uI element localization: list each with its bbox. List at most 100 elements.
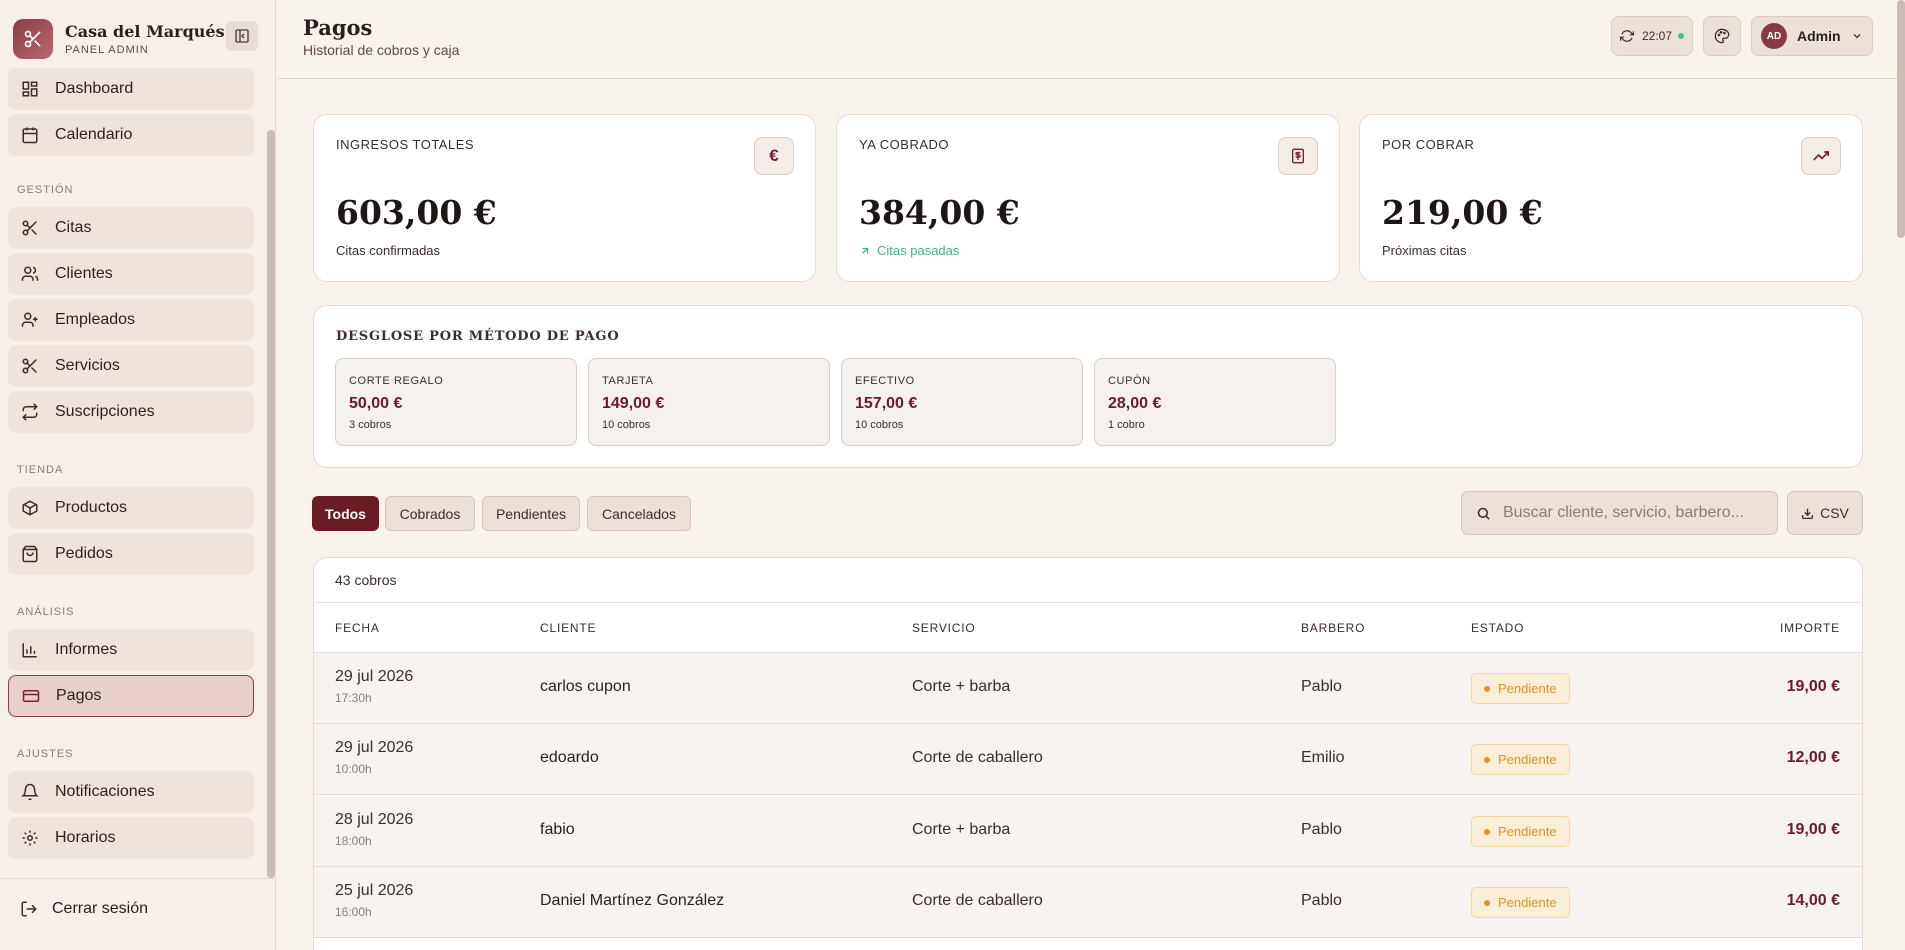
sidebar-item-label: Pedidos xyxy=(55,545,113,562)
sidebar-item-pagos[interactable]: Pagos xyxy=(8,675,254,717)
method-card-corte-regalo: CORTE REGALO 50,00 € 3 cobros xyxy=(335,358,577,446)
scissors-icon xyxy=(20,356,40,376)
sidebar-item-label: Informes xyxy=(55,641,118,658)
amount: 12,00 € xyxy=(1786,749,1840,766)
sidebar-item-label: Notificaciones xyxy=(55,783,155,800)
gear-icon xyxy=(20,828,40,848)
service-name: Corte + barba xyxy=(912,678,1011,695)
stat-card-cobrado: YA COBRADO 384,00 € Citas pasadas xyxy=(836,114,1340,282)
sidebar-item-citas[interactable]: Citas xyxy=(8,207,254,249)
client-name: Daniel Martínez González xyxy=(540,892,725,909)
sync-button[interactable]: 22:07 xyxy=(1611,16,1693,56)
sidebar-scrollbar[interactable] xyxy=(267,130,275,878)
amount: 19,00 € xyxy=(1786,821,1840,838)
brand-name: Casa del Marqués xyxy=(65,22,225,41)
column-header-barbero[interactable]: BARBERO xyxy=(1301,621,1365,635)
barber-name: Pablo xyxy=(1301,678,1342,695)
refresh-icon xyxy=(1619,30,1634,42)
calendar-icon xyxy=(20,125,40,145)
amount: 14,00 € xyxy=(1786,892,1840,909)
method-card-cupon: CUPÓN 28,00 € 1 cobro xyxy=(1094,358,1336,446)
amount: 19,00 € xyxy=(1786,678,1840,695)
service-name: Corte + barba xyxy=(912,821,1011,838)
service-name: Corte de caballero xyxy=(912,749,1043,766)
trending-up-icon xyxy=(1801,137,1841,175)
table-row[interactable]: 29 jul 2026 10:00h edoardo Corte de caba… xyxy=(314,724,1862,795)
breakdown-title: DESGLOSE POR MÉTODO DE PAGO xyxy=(336,329,620,344)
scissors-logo-icon xyxy=(13,19,53,59)
logout-label: Cerrar sesión xyxy=(52,900,149,917)
sidebar-item-clientes[interactable]: Clientes xyxy=(8,253,254,295)
payment-breakdown-card: DESGLOSE POR MÉTODO DE PAGO CORTE REGALO… xyxy=(313,305,1863,468)
sidebar-item-label: Servicios xyxy=(55,357,120,374)
stat-label: POR COBRAR xyxy=(1382,137,1475,152)
sidebar-item-calendario[interactable]: Calendario xyxy=(8,114,254,156)
panel-left-icon xyxy=(235,29,249,43)
sidebar-item-pedidos[interactable]: Pedidos xyxy=(8,533,254,575)
sidebar-item-label: Citas xyxy=(55,219,92,236)
sidebar-item-notificaciones[interactable]: Notificaciones xyxy=(8,771,254,813)
credit-card-icon xyxy=(21,686,41,706)
stat-label: INGRESOS TOTALES xyxy=(336,137,475,152)
sidebar-item-productos[interactable]: Productos xyxy=(8,487,254,529)
section-label-tienda: TIENDA xyxy=(17,464,64,476)
table-row[interactable]: 25 jul 2026 16:00h Daniel Martínez Gonzá… xyxy=(314,867,1862,938)
stat-card-por-cobrar: POR COBRAR 219,00 € Próximas citas xyxy=(1359,114,1863,282)
method-card-efectivo: EFECTIVO 157,00 € 10 cobros xyxy=(841,358,1083,446)
brand-subtitle: PANEL ADMIN xyxy=(65,44,149,56)
sidebar-item-label: Horarios xyxy=(55,829,116,846)
user-menu-button[interactable]: AD Admin xyxy=(1751,16,1873,56)
theme-button[interactable] xyxy=(1703,16,1741,56)
table-count: 43 cobros xyxy=(335,572,397,588)
column-header-estado[interactable]: ESTADO xyxy=(1471,621,1524,635)
users-icon xyxy=(20,264,40,284)
filter-pendientes[interactable]: Pendientes xyxy=(482,496,580,531)
stat-label: YA COBRADO xyxy=(859,137,950,152)
table-row[interactable]: 29 jul 2026 17:30h carlos cupon Corte + … xyxy=(314,653,1862,724)
chevron-down-icon xyxy=(1853,34,1861,39)
collapse-sidebar-button[interactable] xyxy=(226,21,258,51)
sidebar-item-label: Suscripciones xyxy=(55,403,155,420)
section-label-ajustes: AJUSTES xyxy=(17,748,74,760)
export-csv-button[interactable]: CSV xyxy=(1787,491,1863,535)
status-badge: Pendiente xyxy=(1471,673,1570,704)
euro-icon: € xyxy=(754,137,794,175)
column-header-importe[interactable]: IMPORTE xyxy=(1780,621,1840,635)
stat-value: 384,00 € xyxy=(859,193,1020,232)
page-scrollbar[interactable] xyxy=(1897,0,1905,238)
section-label-gestion: GESTIÓN xyxy=(17,184,74,196)
page-header: Pagos Historial de cobros y caja 22:07 A… xyxy=(277,0,1905,79)
stat-value: 603,00 € xyxy=(336,193,497,232)
column-header-cliente[interactable]: CLIENTE xyxy=(540,621,596,635)
barber-name: Pablo xyxy=(1301,892,1342,909)
sidebar-item-horarios[interactable]: Horarios xyxy=(8,817,254,859)
bag-icon xyxy=(20,544,40,564)
brand[interactable]: Casa del Marqués PANEL ADMIN xyxy=(13,19,225,59)
sidebar-divider xyxy=(0,878,276,879)
column-header-fecha[interactable]: FECHA xyxy=(335,621,380,635)
search-placeholder: Buscar cliente, servicio, barbero... xyxy=(1503,504,1744,521)
status-badge: Pendiente xyxy=(1471,816,1570,847)
filter-cancelados[interactable]: Cancelados xyxy=(587,496,691,531)
filter-todos[interactable]: Todos xyxy=(312,496,379,531)
table-row[interactable]: 28 jul 2026 18:00h fabio Corte + barba P… xyxy=(314,796,1862,867)
sidebar-item-informes[interactable]: Informes xyxy=(8,629,254,671)
package-icon xyxy=(20,498,40,518)
sidebar-item-empleados[interactable]: Empleados xyxy=(8,299,254,341)
filter-cobrados[interactable]: Cobrados xyxy=(385,496,475,531)
sidebar-nav: Dashboard Calendario GESTIÓN Citas Clien… xyxy=(0,66,266,878)
avatar: AD xyxy=(1761,23,1787,49)
sidebar-item-dashboard[interactable]: Dashboard xyxy=(8,68,254,110)
sidebar-item-label: Pagos xyxy=(56,687,102,704)
sidebar-item-suscripciones[interactable]: Suscripciones xyxy=(8,391,254,433)
logout-icon xyxy=(20,900,38,918)
logout-button[interactable]: Cerrar sesión xyxy=(20,900,148,918)
page-title: Pagos xyxy=(303,15,373,40)
banknote-icon xyxy=(1278,137,1318,175)
column-header-servicio[interactable]: SERVICIO xyxy=(912,621,976,635)
sidebar-item-servicios[interactable]: Servicios xyxy=(8,345,254,387)
sync-status-dot xyxy=(1678,33,1685,39)
sidebar-item-label: Dashboard xyxy=(55,80,134,97)
client-name: fabio xyxy=(540,821,575,838)
search-input[interactable]: Buscar cliente, servicio, barbero... xyxy=(1461,491,1778,535)
